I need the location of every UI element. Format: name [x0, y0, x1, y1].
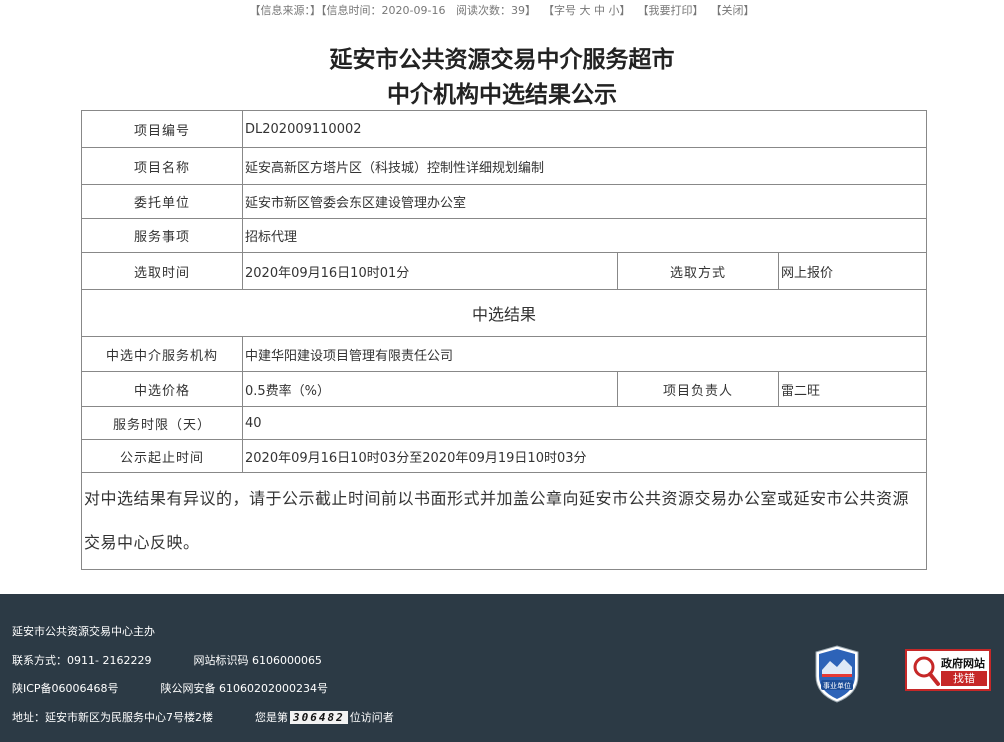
- duration-label: 服务时限（天）: [81, 406, 243, 440]
- table-row: 中选结果: [80, 289, 928, 337]
- page-subtitle: 中介机构中选结果公示: [387, 82, 617, 108]
- print-link[interactable]: 【我要打印】: [637, 4, 703, 17]
- table-row: 中选价格 0.5费率（%） 项目负责人 雷二旺: [81, 371, 928, 407]
- font-medium-link[interactable]: 中: [594, 4, 605, 17]
- select-time-label: 选取时间: [81, 252, 243, 290]
- footer-site-id: 网站标识码 6106000065: [193, 654, 322, 667]
- visitor-suffix: 位访问者: [349, 711, 394, 724]
- table-row: 公示起止时间 2020年09月16日10时03分至2020年09月19日10时0…: [81, 439, 928, 473]
- period: 2020年09月16日10时03分至2020年09月19日10时03分: [241, 439, 928, 473]
- visitor-counter: 306482: [290, 711, 348, 724]
- agency-label: 中选中介服务机构: [81, 336, 243, 372]
- project-no-label: 项目编号: [81, 110, 243, 148]
- info-time: 【信息时间：2020-09-16: [321, 4, 446, 17]
- objection-note: 对中选结果有异议的，请于公示截止时间前以书面形式并加盖公章向延安市公共资源交易办…: [80, 472, 928, 570]
- project-name-label: 项目名称: [81, 147, 243, 185]
- project-name: 延安高新区方塔片区（科技城）控制性详细规划编制: [241, 147, 928, 185]
- footer-contact: 联系方式：0911- 2162229: [12, 654, 152, 667]
- service-label: 服务事项: [81, 218, 243, 253]
- font-small-link[interactable]: 小: [608, 4, 619, 17]
- select-method: 网上报价: [777, 252, 928, 290]
- gov-link-action: 找错: [941, 671, 987, 686]
- table-row: 项目编号 DL202009110002: [81, 110, 928, 148]
- view-count: 39: [510, 4, 525, 17]
- select-method-label: 选取方式: [617, 252, 779, 290]
- visitor-prefix: 您是第: [255, 711, 288, 724]
- footer-address: 地址：延安市新区为民服务中心7号楼2楼: [12, 711, 213, 724]
- close-link[interactable]: 【关闭】: [710, 4, 754, 17]
- font-large-link[interactable]: 大: [579, 4, 590, 17]
- client-label: 委托单位: [81, 184, 243, 219]
- client: 延安市新区管委会东区建设管理办公室: [241, 184, 928, 219]
- result-table: 项目编号 DL202009110002 项目名称 延安高新区方塔片区（科技城）控…: [80, 110, 928, 570]
- article-meta-bar: 【信息来源：】【信息时间：2020-09-16 阅读次数：39】 【字号 大 中…: [249, 4, 755, 17]
- gov-site-error-report-link[interactable]: 政府网站 找错: [905, 649, 991, 691]
- font-size-label: 【字号: [542, 4, 576, 17]
- table-row: 服务事项 招标代理: [81, 218, 928, 253]
- price: 0.5费率（%）: [242, 371, 618, 407]
- magnifier-icon: [913, 656, 940, 686]
- page-title: 延安市公共资源交易中介服务超市: [329, 47, 675, 73]
- table-row: 项目名称 延安高新区方塔片区（科技城）控制性详细规划编制: [81, 147, 928, 185]
- badge-text: 事业单位: [823, 681, 851, 690]
- public-institution-badge-icon[interactable]: 事业单位: [813, 644, 861, 704]
- info-source: 【信息来源：】: [249, 4, 322, 17]
- service: 招标代理: [241, 218, 928, 253]
- view-count-label: 阅读次数：: [455, 4, 511, 17]
- select-time: 2020年09月16日10时01分: [242, 252, 618, 290]
- footer-icp: 陕ICP备06006468号: [12, 682, 119, 695]
- project-no: DL202009110002: [241, 110, 928, 148]
- result-section-title: 中选结果: [80, 289, 928, 337]
- manager: 雷二旺: [777, 371, 928, 407]
- footer-host: 延安市公共资源交易中心主办: [12, 625, 155, 638]
- table-row: 服务时限（天） 40: [81, 406, 928, 440]
- table-row: 选取时间 2020年09月16日10时01分 选取方式 网上报价: [81, 252, 928, 290]
- price-label: 中选价格: [81, 371, 243, 407]
- period-label: 公示起止时间: [81, 439, 243, 473]
- table-row: 对中选结果有异议的，请于公示截止时间前以书面形式并加盖公章向延安市公共资源交易办…: [80, 472, 928, 570]
- duration: 40: [241, 406, 928, 440]
- footer-police: 陕公网安备 61060202000234号: [160, 682, 329, 695]
- site-footer: 延安市公共资源交易中心主办 联系方式：0911- 2162229 网站标识码 61…: [0, 594, 1004, 742]
- manager-label: 项目负责人: [617, 371, 779, 407]
- table-row: 中选中介服务机构 中建华阳建设项目管理有限责任公司: [81, 336, 928, 372]
- table-row: 委托单位 延安市新区管委会东区建设管理办公室: [81, 184, 928, 219]
- agency: 中建华阳建设项目管理有限责任公司: [241, 336, 928, 372]
- gov-link-title: 政府网站: [941, 657, 985, 670]
